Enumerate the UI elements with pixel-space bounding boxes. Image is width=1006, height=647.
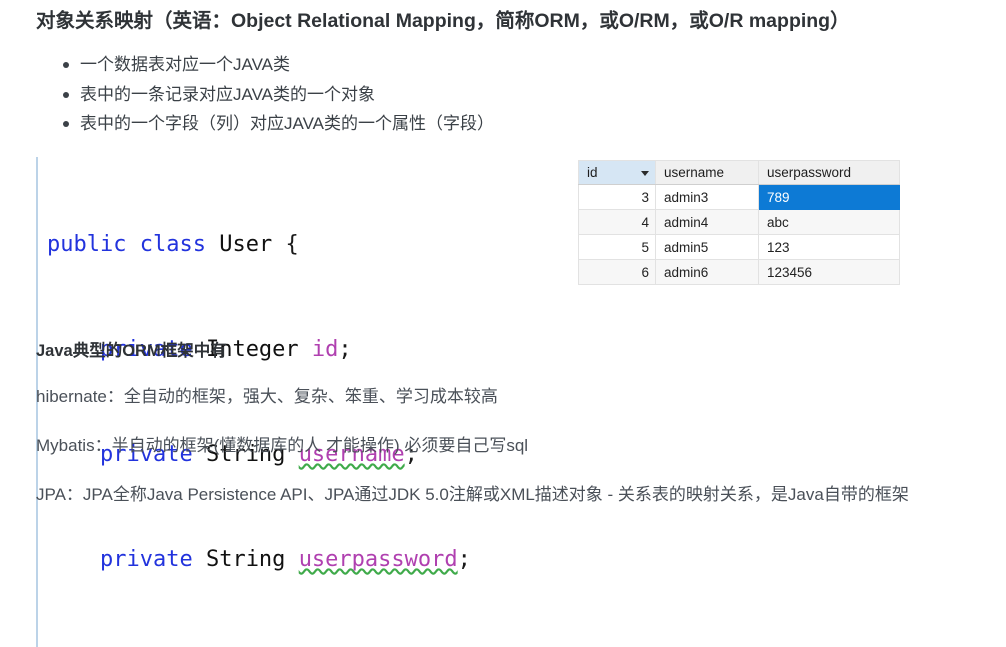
table-row[interactable]: 4 admin4 abc: [578, 209, 900, 235]
code-punctuation: ;: [457, 547, 471, 572]
paragraph-hibernate: hibernate：全自动的框架，强大、复杂、笨重、学习成本较高: [36, 387, 498, 406]
cell-id[interactable]: 4: [578, 209, 656, 235]
list-item: 一个数据表对应一个JAVA类: [36, 50, 636, 80]
grid-header-row: id username userpassword: [578, 160, 900, 185]
column-header-id[interactable]: id: [578, 160, 656, 185]
code-type: User: [219, 232, 273, 257]
column-header-id-label: id: [587, 165, 598, 180]
grid-header: id username userpassword: [578, 160, 900, 185]
cell-username[interactable]: admin6: [655, 259, 759, 285]
cell-userpassword[interactable]: 123: [758, 234, 900, 260]
code-punctuation: {: [285, 232, 299, 257]
cell-userpassword[interactable]: 123456: [758, 259, 900, 285]
code-identifier: id: [311, 337, 339, 362]
code-line-1: public class User {: [47, 227, 547, 262]
code-type: String: [205, 547, 286, 572]
orm-concept-list: 一个数据表对应一个JAVA类 表中的一条记录对应JAVA类的一个对象 表中的一个…: [36, 50, 636, 139]
code-punctuation: ;: [338, 337, 352, 362]
code-keyword: private: [99, 547, 193, 572]
table-row[interactable]: 6 admin6 123456: [578, 259, 900, 285]
code-line-4: private String userpassword;: [47, 542, 547, 577]
cell-username[interactable]: admin4: [655, 209, 759, 235]
code-keyword: public class: [47, 232, 206, 257]
list-item: 表中的一个字段（列）对应JAVA类的一个属性（字段）: [36, 109, 636, 139]
column-header-username[interactable]: username: [655, 160, 759, 185]
paragraph-jpa: JPA：JPA全称Java Persistence API、JPA通过JDK 5…: [36, 485, 909, 504]
list-item: 表中的一条记录对应JAVA类的一个对象: [36, 80, 636, 110]
cell-id[interactable]: 3: [578, 184, 656, 210]
cell-id[interactable]: 6: [578, 259, 656, 285]
cell-userpassword-selected[interactable]: 789: [758, 184, 900, 210]
cell-username[interactable]: admin5: [655, 234, 759, 260]
paragraph-mybatis: Mybatis：半自动的框架(懂数据库的人 才能操作) 必须要自己写sql: [36, 436, 529, 455]
chevron-down-icon[interactable]: [641, 170, 649, 176]
column-header-userpassword[interactable]: userpassword: [758, 160, 900, 185]
grid-body: 3 admin3 789 4 admin4 abc 5 admin5 123 6…: [578, 184, 900, 285]
database-result-grid[interactable]: id username userpassword 3 admin3 789 4 …: [578, 160, 900, 285]
code-identifier: userpassword: [298, 547, 458, 572]
cell-userpassword[interactable]: abc: [758, 209, 900, 235]
document-page: 对象关系映射（英语：Object Relational Mapping，简称OR…: [0, 0, 1006, 647]
cell-id[interactable]: 5: [578, 234, 656, 260]
table-row[interactable]: 5 admin5 123: [578, 234, 900, 260]
table-row[interactable]: 3 admin3 789: [578, 184, 900, 210]
cell-username[interactable]: admin3: [655, 184, 759, 210]
section-subtitle: Java典型的ORM框架中有: [36, 342, 227, 360]
page-title: 对象关系映射（英语：Object Relational Mapping，简称OR…: [36, 10, 850, 32]
